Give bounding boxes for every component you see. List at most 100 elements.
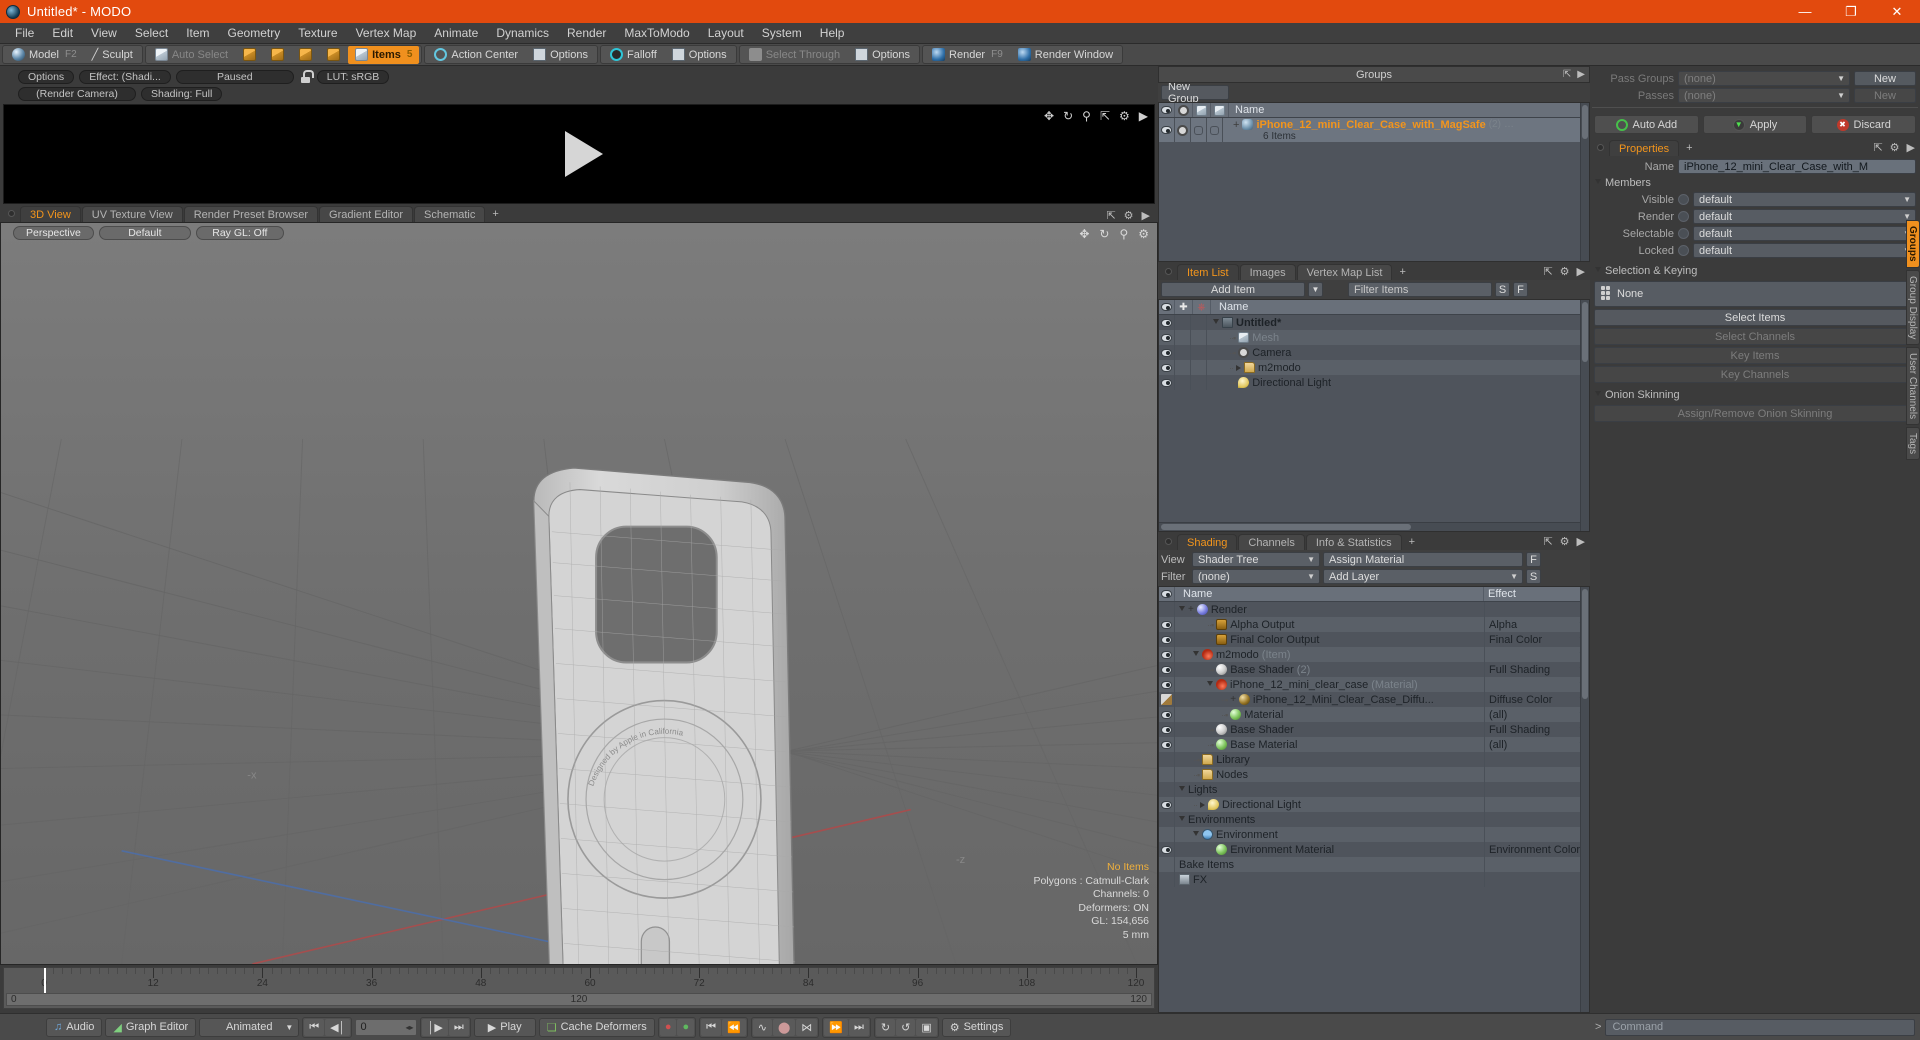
menu-layout[interactable]: Layout: [699, 24, 753, 42]
jump-back-key-button[interactable]: ⏪: [722, 1018, 746, 1036]
graph-editor-button[interactable]: ◢ Graph Editor: [105, 1017, 197, 1037]
item-list-chevron-icon[interactable]: ▶: [1577, 265, 1585, 278]
item-list-gear-icon[interactable]: ⚙: [1560, 265, 1570, 278]
groups-col-render-icon[interactable]: [1175, 103, 1193, 117]
tab-images[interactable]: Images: [1239, 264, 1296, 280]
action-center-options-button[interactable]: Options: [526, 46, 595, 64]
menu-item[interactable]: Item: [177, 24, 218, 42]
shader-effect-cell[interactable]: [1484, 782, 1589, 797]
shader-tree-row[interactable]: FX: [1159, 872, 1589, 887]
shader-name-cell[interactable]: Environment: [1175, 829, 1484, 841]
viewport-3d[interactable]: -z -x Designed by Apple in California Pe…: [0, 222, 1158, 965]
timeline-box[interactable]: 0 12 24 36 48 60 72 84 96 108 120 0 120 120: [3, 967, 1155, 1009]
item-transform-cell[interactable]: [1191, 345, 1207, 360]
gear-icon[interactable]: ⚙: [1119, 109, 1130, 123]
filter-items-input[interactable]: Filter Items: [1348, 282, 1492, 297]
shader-name-cell[interactable]: Environments: [1175, 814, 1484, 826]
material-mode-button[interactable]: [320, 46, 347, 64]
shader-brush-cell[interactable]: [1159, 692, 1175, 707]
shader-name-cell[interactable]: ··▪ Base Shader: [1175, 724, 1484, 736]
add-item-caret-button[interactable]: ▼: [1308, 282, 1323, 297]
next-frame-button[interactable]: │▶: [422, 1018, 448, 1036]
set-key-button[interactable]: ●: [659, 1018, 677, 1036]
tab-item-list[interactable]: Item List: [1177, 264, 1239, 280]
shader-visibility-toggle[interactable]: [1159, 632, 1175, 647]
item-col-lock-icon[interactable]: ✚: [1175, 300, 1193, 314]
previous-frame-button[interactable]: ◀│: [325, 1018, 351, 1036]
groups-col-visible-icon[interactable]: [1159, 103, 1175, 117]
item-transform-cell[interactable]: [1191, 360, 1207, 375]
add-item-dropdown[interactable]: Add Item: [1161, 282, 1305, 297]
shader-tree-row[interactable]: ··▪ + iPhone_12_Mini_Clear_Case_Diffu... Di…: [1159, 692, 1589, 707]
current-frame-input[interactable]: 0 ◂▸: [355, 1018, 418, 1036]
item-visibility-toggle[interactable]: [1159, 345, 1175, 360]
item-list-tab-dot-icon[interactable]: [1165, 268, 1172, 275]
chevron-down-icon[interactable]: [1179, 605, 1185, 614]
falloff-button[interactable]: Falloff: [603, 46, 664, 64]
item-lock-cell[interactable]: [1175, 330, 1191, 345]
menu-geometry[interactable]: Geometry: [219, 24, 290, 42]
pass-groups-new-button[interactable]: New: [1854, 71, 1916, 86]
previous-key-button[interactable]: ⏮: [701, 1018, 722, 1036]
group-name-input[interactable]: iPhone_12_mini_Clear_Case_with_M: [1678, 159, 1916, 174]
item-list-row[interactable]: ··▪ Camera: [1159, 345, 1589, 360]
key-curve-button[interactable]: ∿: [752, 1018, 772, 1036]
menu-select[interactable]: Select: [126, 24, 177, 42]
maximize-button[interactable]: ❐: [1828, 0, 1874, 23]
item-transform-cell[interactable]: [1191, 330, 1207, 345]
tab-channels[interactable]: Channels: [1238, 534, 1305, 550]
shader-tree-row[interactable]: ··▪ Nodes: [1159, 767, 1589, 782]
sculpt-mode-button[interactable]: ╱ Sculpt: [85, 46, 140, 64]
item-col-visible-icon[interactable]: [1159, 300, 1175, 314]
properties-gear-icon[interactable]: ⚙: [1890, 141, 1900, 154]
frame-stepper-icon[interactable]: ◂▸: [405, 1023, 413, 1032]
group-row-visible-toggle[interactable]: [1159, 118, 1175, 142]
chevron-right-icon[interactable]: [1200, 801, 1205, 808]
members-section-header[interactable]: Members: [1590, 175, 1920, 191]
new-group-button[interactable]: New Group: [1161, 81, 1229, 105]
timeline-ticks[interactable]: 01224364860728496108120: [4, 968, 1154, 994]
item-list-row[interactable]: ··▪ Mesh: [1159, 330, 1589, 345]
item-name-cell[interactable]: ··▪ Mesh: [1207, 332, 1589, 344]
tab-shading[interactable]: Shading: [1177, 534, 1238, 550]
viewport-perspective-dropdown[interactable]: Perspective: [13, 226, 94, 240]
chevron-right-icon[interactable]: [1236, 364, 1241, 371]
assign-material-button[interactable]: Assign Material: [1323, 552, 1523, 567]
play-button[interactable]: ▶ Play: [473, 1017, 536, 1037]
groups-table-row[interactable]: + iPhone_12_mini_Clear_Case_with_MagSafe…: [1159, 118, 1589, 142]
viewport-rotate-icon[interactable]: ↻: [1099, 227, 1109, 241]
shading-chevron-icon[interactable]: ▶: [1577, 535, 1585, 548]
item-transform-cell[interactable]: [1191, 315, 1207, 330]
falloff-options-button[interactable]: Options: [665, 46, 734, 64]
shader-tree-row[interactable]: ··▪Base ShaderFull Shading▼: [1159, 722, 1589, 737]
shader-effect-cell[interactable]: [1484, 812, 1589, 827]
shading-s-button[interactable]: S: [1526, 569, 1541, 584]
item-visibility-toggle[interactable]: [1159, 330, 1175, 345]
item-list-row[interactable]: Untitled*: [1159, 315, 1589, 330]
expand-plus-icon[interactable]: +: [1233, 119, 1239, 131]
apply-button[interactable]: ▼ Apply: [1702, 115, 1808, 134]
shader-tree-row[interactable]: Environments: [1159, 812, 1589, 827]
properties-add-tab-button[interactable]: +: [1680, 140, 1698, 156]
timeline-playhead[interactable]: [44, 968, 46, 993]
shader-visibility-toggle[interactable]: [1159, 737, 1175, 752]
minimize-button[interactable]: —: [1782, 0, 1828, 23]
member-field-dropdown[interactable]: default▼: [1693, 226, 1916, 241]
viewport-shading-dropdown[interactable]: Default: [98, 226, 191, 240]
auto-select-button[interactable]: Auto Select: [148, 46, 235, 64]
tab-3d-view[interactable]: 3D View: [20, 206, 81, 222]
menu-help[interactable]: Help: [811, 24, 854, 42]
tab-schematic[interactable]: Schematic: [414, 206, 486, 222]
preview-effect-dropdown[interactable]: Effect: (Shadi...: [79, 69, 171, 84]
shader-effect-cell[interactable]: [1484, 602, 1589, 617]
shader-tree-row[interactable]: ·· Directional Light: [1159, 797, 1589, 812]
menu-texture[interactable]: Texture: [289, 24, 346, 42]
shader-effect-cell[interactable]: Full Shading▼: [1484, 662, 1589, 677]
key-ellipse-button[interactable]: ⬤: [772, 1018, 796, 1036]
select-through-button[interactable]: Select Through: [742, 46, 847, 64]
menu-dynamics[interactable]: Dynamics: [487, 24, 558, 42]
shader-visibility-toggle[interactable]: [1159, 707, 1175, 722]
shader-effect-cell[interactable]: [1484, 872, 1589, 887]
menu-vertex-map[interactable]: Vertex Map: [347, 24, 426, 42]
select-items-button[interactable]: Select Items: [1594, 309, 1916, 326]
